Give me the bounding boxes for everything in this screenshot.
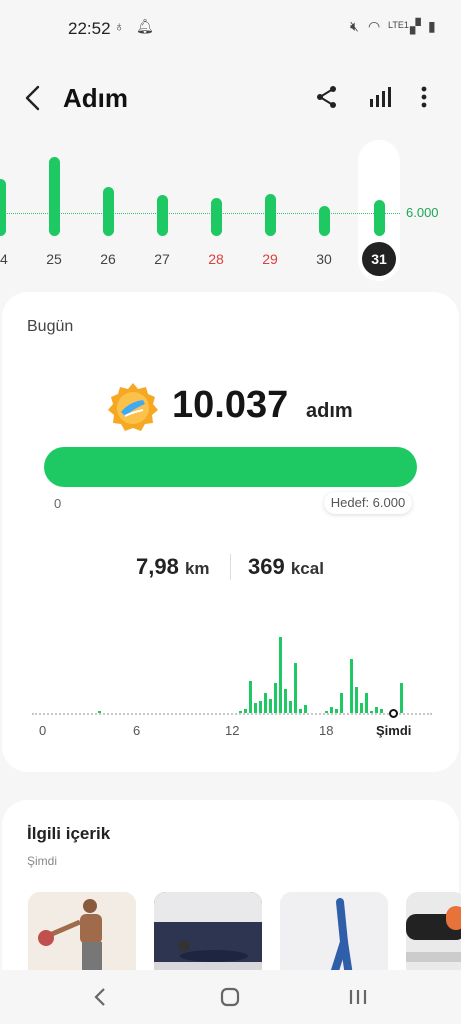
hourly-baseline bbox=[32, 713, 432, 715]
week-bar-27[interactable] bbox=[156, 195, 168, 236]
status-bar: 22:52 ♁ 🔔︎ 🔇︎ ◠ LTE1 ▞ ▮ bbox=[0, 0, 461, 56]
week-day-label[interactable]: 30 bbox=[309, 251, 339, 267]
distance-stat: 7,98 km bbox=[136, 554, 210, 580]
hourly-bar bbox=[374, 707, 378, 713]
week-day-label[interactable]: 25 bbox=[39, 251, 69, 267]
hourly-bar bbox=[339, 693, 343, 713]
week-bar-30[interactable] bbox=[318, 205, 330, 236]
hourly-bar bbox=[279, 637, 283, 713]
calories-stat: 369 kcal bbox=[248, 554, 324, 580]
hourly-bar bbox=[289, 701, 293, 713]
status-time: 22:52 bbox=[68, 19, 111, 38]
hourly-bar bbox=[359, 703, 363, 713]
hourly-bar bbox=[239, 711, 243, 713]
hourly-axis-label: 18 bbox=[319, 723, 334, 738]
hourly-bar bbox=[98, 711, 102, 713]
week-day-label[interactable]: 27 bbox=[147, 251, 177, 267]
hourly-bar bbox=[264, 693, 268, 713]
hourly-bar bbox=[244, 709, 248, 713]
hourly-bar bbox=[299, 709, 303, 713]
hourly-bar bbox=[274, 683, 278, 713]
week-bar-31[interactable] bbox=[373, 199, 385, 236]
nav-back-icon[interactable] bbox=[92, 986, 108, 1008]
today-card: Bugün 10.037 adım 0 Hedef: 6.000 7,98 km… bbox=[2, 292, 459, 772]
week-day-label[interactable]: 29 bbox=[255, 251, 285, 267]
goal-progress-bar bbox=[44, 447, 417, 487]
hourly-bar bbox=[249, 681, 253, 713]
goal-achieved-medal-icon bbox=[108, 383, 158, 431]
week-bar-28[interactable] bbox=[210, 198, 222, 236]
stats-icon[interactable] bbox=[367, 84, 393, 110]
week-day-label[interactable]: 31 bbox=[362, 242, 396, 276]
goal-chip: Hedef: 6.000 bbox=[324, 492, 412, 514]
distance-value: 7,98 bbox=[136, 554, 179, 579]
more-options-icon[interactable] bbox=[411, 84, 437, 110]
week-bar-29[interactable] bbox=[264, 194, 276, 236]
nav-recents-icon[interactable] bbox=[348, 986, 368, 1008]
hourly-bar bbox=[324, 711, 328, 713]
calories-value: 369 bbox=[248, 554, 285, 579]
week-day-label[interactable]: 28 bbox=[201, 251, 231, 267]
weekly-steps-chart[interactable]: 6.000 24 25 26 27 28 29 30 31 bbox=[0, 140, 461, 285]
hourly-bar bbox=[369, 711, 373, 713]
today-label: Bugün bbox=[27, 318, 74, 335]
hourly-axis-label: 0 bbox=[39, 723, 47, 738]
stat-divider bbox=[230, 554, 231, 580]
week-day-label[interactable]: 24 bbox=[0, 251, 15, 267]
week-bar-24[interactable] bbox=[0, 179, 6, 236]
hourly-bar bbox=[379, 709, 383, 713]
hourly-axis-label: 6 bbox=[133, 723, 141, 738]
app-bar: Adım bbox=[0, 76, 461, 122]
hourly-bar bbox=[364, 693, 368, 713]
today-step-unit: adım bbox=[306, 400, 353, 422]
related-content-card: İlgili içerik Şimdi bbox=[2, 800, 461, 992]
page-title: Adım bbox=[63, 83, 128, 113]
hourly-bar bbox=[254, 703, 258, 713]
week-day-label[interactable]: 26 bbox=[93, 251, 123, 267]
calories-unit: kcal bbox=[290, 559, 324, 578]
hourly-bar bbox=[269, 699, 273, 713]
today-step-count: 10.037 bbox=[172, 384, 289, 426]
tips-icon: ♁ bbox=[114, 18, 125, 34]
hourly-bar bbox=[334, 709, 338, 713]
hourly-bar bbox=[329, 707, 333, 713]
signal-icon: ▞ bbox=[410, 18, 421, 34]
hourly-bar bbox=[349, 659, 353, 713]
week-bar-25[interactable] bbox=[48, 157, 60, 236]
nav-home-icon[interactable] bbox=[219, 986, 241, 1008]
hourly-bar bbox=[259, 701, 263, 713]
hourly-bar bbox=[400, 683, 403, 713]
hourly-bar bbox=[354, 687, 358, 713]
current-time-marker bbox=[389, 709, 398, 718]
goal-line-label: 6.000 bbox=[406, 205, 439, 220]
wifi-icon: ◠ bbox=[368, 18, 381, 34]
battery-icon: ▮ bbox=[428, 18, 436, 34]
hourly-axis-label: Şimdi bbox=[376, 723, 412, 738]
week-bar-26[interactable] bbox=[102, 187, 114, 236]
system-nav-bar bbox=[0, 970, 461, 1024]
bell-icon: 🔔︎ bbox=[136, 18, 154, 34]
hourly-steps-chart[interactable]: 0 6 12 18 Şimdi bbox=[32, 622, 432, 752]
mute-icon: 🔇︎ bbox=[350, 18, 359, 34]
hourly-bar bbox=[304, 705, 308, 713]
related-subtitle: Şimdi bbox=[27, 854, 58, 868]
hourly-axis-label: 12 bbox=[225, 723, 240, 738]
goal-line bbox=[0, 213, 400, 214]
hourly-bar bbox=[294, 663, 298, 713]
share-icon[interactable] bbox=[314, 84, 340, 110]
back-arrow-icon[interactable] bbox=[22, 84, 46, 112]
distance-unit: km bbox=[184, 559, 210, 578]
hourly-bar bbox=[284, 689, 288, 713]
network-label: LTE1 bbox=[388, 20, 409, 30]
progress-start-label: 0 bbox=[54, 496, 62, 511]
related-title: İlgili içerik bbox=[27, 824, 111, 843]
